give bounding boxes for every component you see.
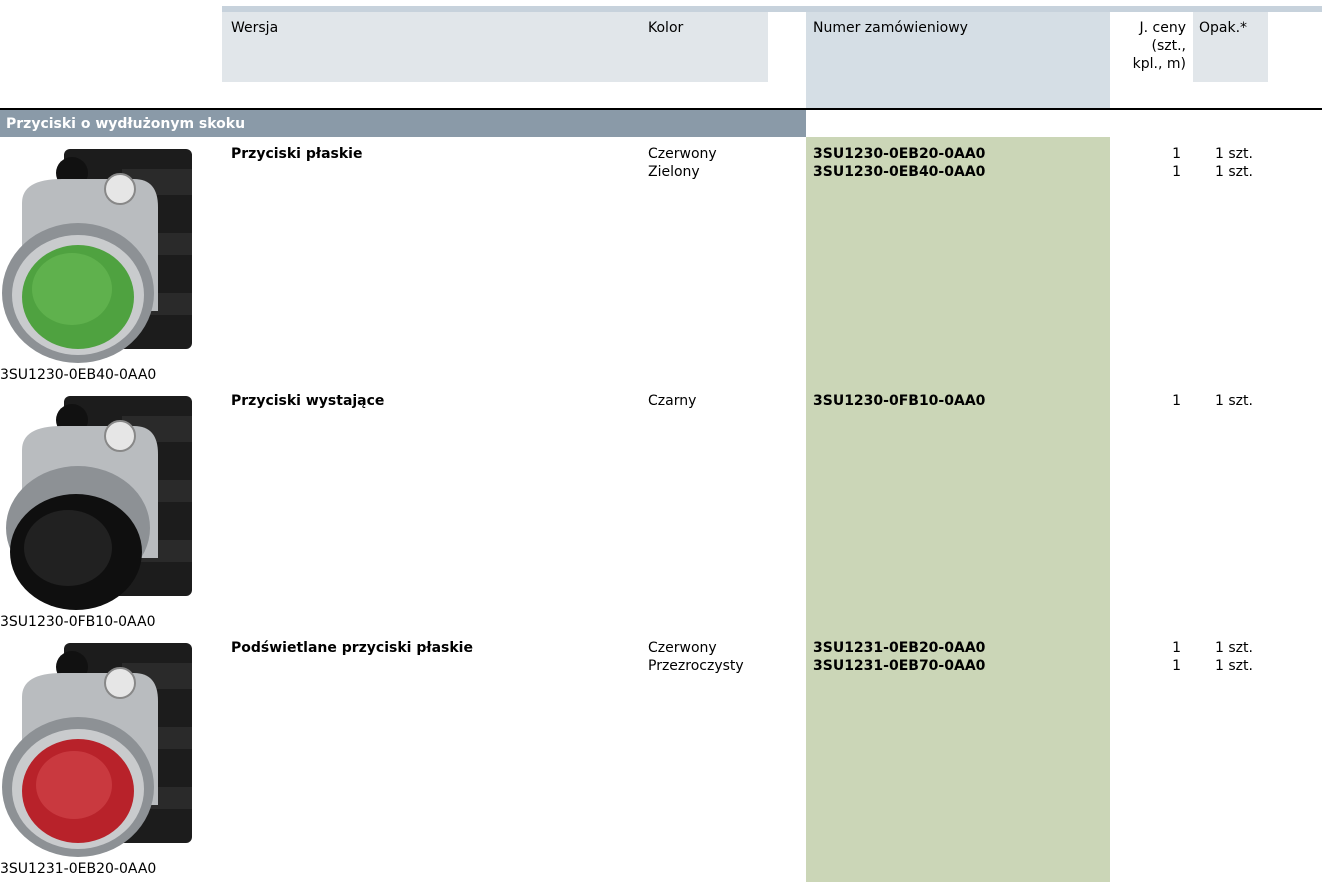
color-cell: Zielony xyxy=(648,164,700,180)
order-number: 3SU1230-0FB10-0AA0 xyxy=(813,393,986,409)
product-image-illuminated-red xyxy=(2,643,192,857)
product-image-caption: 3SU1231-0EB20-0AA0 xyxy=(0,861,157,877)
header-opak: Opak.* xyxy=(1199,20,1248,36)
product-image-flat-green xyxy=(2,149,192,363)
pack-cell: 1 szt. xyxy=(1215,393,1253,409)
order-number: 3SU1231-0EB20-0AA0 xyxy=(813,640,986,656)
color-cell: Czerwony xyxy=(648,640,717,656)
order-number: 3SU1231-0EB70-0AA0 xyxy=(813,658,986,674)
product-image-caption: 3SU1230-0EB40-0AA0 xyxy=(0,367,157,383)
product-name: Podświetlane przyciski płaskie xyxy=(231,640,473,656)
product-name: Przyciski płaskie xyxy=(231,146,363,162)
price-unit-cell: 1 xyxy=(1172,164,1181,180)
color-cell: Czerwony xyxy=(648,146,717,162)
pushbutton-illustration xyxy=(6,396,192,610)
section-title: Przyciski o wydłużonym skoku xyxy=(6,116,246,132)
price-unit-cell: 1 xyxy=(1172,393,1181,409)
order-number: 3SU1230-0EB40-0AA0 xyxy=(813,164,986,180)
color-cell: Czarny xyxy=(648,393,697,409)
price-unit-cell: 1 xyxy=(1172,640,1181,656)
product-image-caption: 3SU1230-0FB10-0AA0 xyxy=(0,614,156,630)
price-unit-cell: 1 xyxy=(1172,658,1181,674)
price-unit-cell: 1 xyxy=(1172,146,1181,162)
product-name: Przyciski wystające xyxy=(231,393,385,409)
header-jceny-line2: (szt., xyxy=(1151,38,1187,54)
header-wersja: Wersja xyxy=(231,20,279,36)
order-number-column xyxy=(806,137,1110,882)
product-image-extended-black xyxy=(6,396,192,610)
color-cell: Przezroczysty xyxy=(648,658,744,674)
pushbutton-illustration xyxy=(2,643,192,857)
header-jceny-line3: kpl., m) xyxy=(1132,56,1186,72)
header-jceny-line1: J. ceny xyxy=(1139,20,1187,36)
header-jceny: J. ceny (szt., kpl., m) xyxy=(1110,19,1186,73)
pack-cell: 1 szt. xyxy=(1215,164,1253,180)
header-numer: Numer zamówieniowy xyxy=(813,20,968,36)
header-cell-wersja xyxy=(222,12,642,82)
pushbutton-illustration xyxy=(2,149,192,363)
order-number: 3SU1230-0EB20-0AA0 xyxy=(813,146,986,162)
pack-cell: 1 szt. xyxy=(1215,658,1253,674)
header-kolor: Kolor xyxy=(648,20,684,36)
pack-cell: 1 szt. xyxy=(1215,146,1253,162)
pack-cell: 1 szt. xyxy=(1215,640,1253,656)
